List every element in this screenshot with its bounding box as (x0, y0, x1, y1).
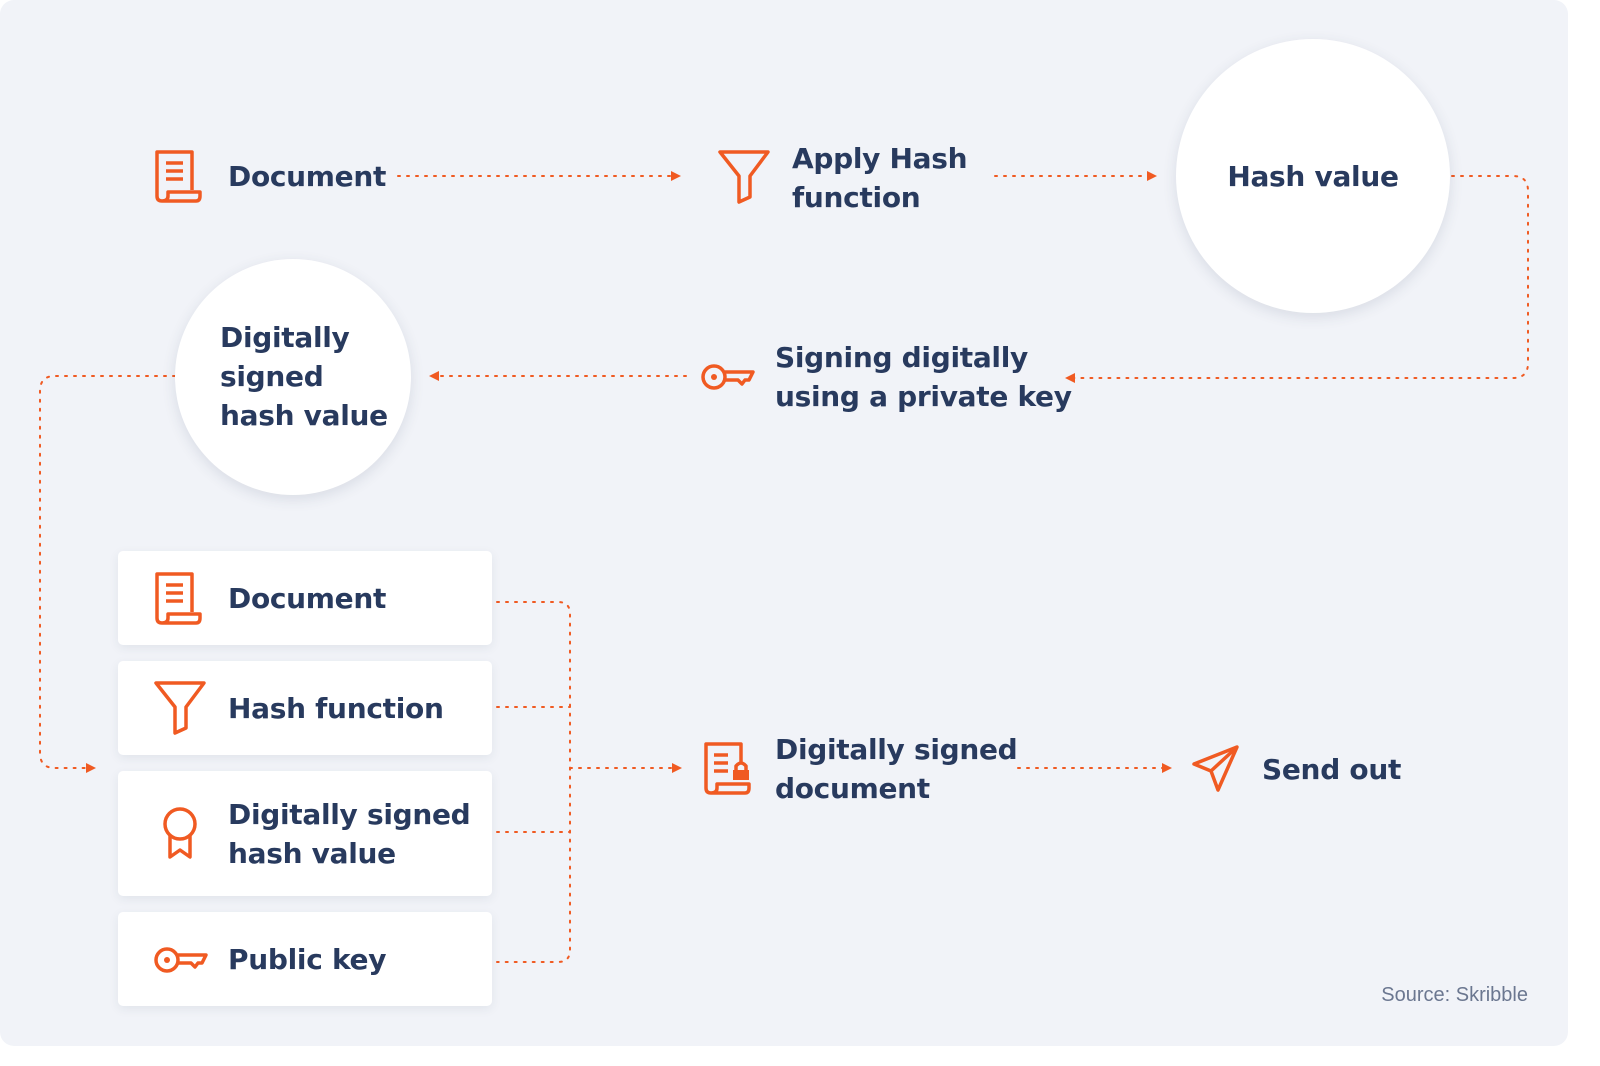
key-icon (154, 947, 208, 973)
bundle-bracket (496, 601, 571, 963)
bundle-signed-hash-label: Digitally signed hash value (228, 795, 471, 873)
document-icon (155, 572, 202, 625)
funnel-icon (718, 150, 770, 204)
signed-hash-label-line-2: signed (220, 360, 324, 393)
bundle-document-label: Document (228, 582, 387, 615)
document-label: Document (228, 160, 387, 193)
signed-hash-label-line-1: Digitally (220, 321, 350, 354)
signing-label-line-1: Signing digitally (775, 341, 1028, 374)
bundle-signed-hash-label-line-1: Digitally signed (228, 798, 471, 831)
signing-label: Signing digitally using a private key (775, 338, 1072, 416)
paper-plane-icon (1192, 745, 1239, 792)
signed-document-label: Digitally signed document (775, 730, 1018, 808)
signing-label-line-2: using a private key (775, 380, 1072, 413)
hash-value-label: Hash value (1227, 160, 1399, 193)
funnel-icon (154, 681, 206, 735)
source-credit: Source: Skribble (1381, 984, 1528, 1006)
send-out-label: Send out (1262, 753, 1402, 786)
apply-hash-label: Apply Hash function (792, 139, 968, 217)
bundle-hash-function-label: Hash function (228, 692, 444, 725)
key-icon (701, 364, 755, 390)
signed-document-label-line-2: document (775, 772, 930, 805)
document-icon (155, 150, 202, 203)
signed-hash-label: Digitally signed hash value (220, 318, 388, 435)
bundle-signed-hash-label-line-2: hash value (228, 837, 396, 870)
locked-document-icon (704, 742, 751, 795)
apply-hash-label-line-1: Apply Hash (792, 142, 968, 175)
signed-document-label-line-1: Digitally signed (775, 733, 1018, 766)
bundle-public-key-label: Public key (228, 943, 387, 976)
award-ribbon-icon (163, 807, 197, 859)
signed-hash-label-line-3: hash value (220, 399, 388, 432)
apply-hash-label-line-2: function (792, 181, 921, 214)
